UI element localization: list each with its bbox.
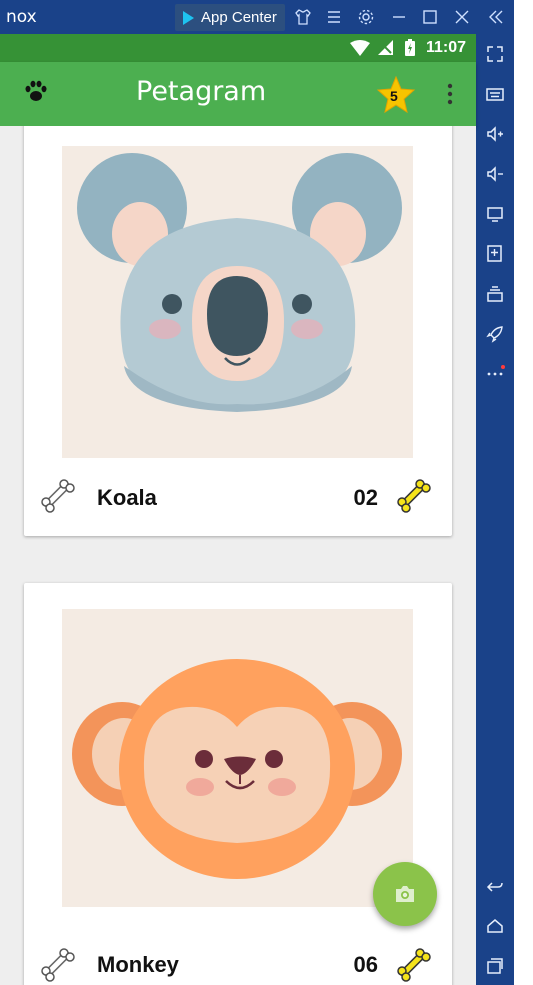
pet-list[interactable]: Koala 02 Monkey 06 — [0, 126, 476, 985]
camera-icon — [396, 886, 414, 902]
status-bar: 11:07 — [0, 34, 476, 62]
home-icon[interactable] — [485, 917, 505, 937]
emulator-toolbar — [476, 34, 514, 985]
play-store-icon — [183, 11, 194, 25]
fullscreen-icon[interactable] — [485, 44, 505, 64]
bone-icon[interactable] — [40, 947, 78, 985]
wifi-icon — [350, 40, 370, 56]
volume-down-icon[interactable] — [485, 164, 505, 184]
app-title: Petagram — [136, 76, 267, 107]
battery-icon — [405, 39, 415, 56]
pet-card[interactable]: Monkey 06 — [24, 583, 452, 985]
emulator-title-bar: nox App Center — [0, 0, 514, 34]
keyboard-icon[interactable] — [485, 84, 505, 104]
close-icon[interactable] — [453, 8, 471, 26]
like-count: 06 — [353, 952, 378, 977]
koala-illustration — [77, 153, 402, 412]
minimize-icon[interactable] — [390, 8, 408, 26]
pet-name: Monkey — [97, 952, 179, 977]
settings-gear-icon[interactable] — [357, 8, 375, 26]
clock: 11:07 — [425, 39, 466, 56]
rated-bone-icon[interactable] — [396, 947, 434, 985]
back-icon[interactable] — [485, 877, 505, 897]
rated-bone-icon[interactable] — [396, 478, 434, 516]
volume-up-icon[interactable] — [485, 124, 505, 144]
like-count: 02 — [353, 485, 378, 510]
apk-install-icon[interactable] — [485, 244, 505, 264]
star-count: 5 — [390, 88, 398, 104]
recents-icon[interactable] — [485, 956, 505, 976]
app-center-button[interactable]: App Center — [175, 4, 285, 31]
favorites-star-button[interactable]: 5 — [376, 76, 416, 114]
app-center-label: App Center — [201, 9, 277, 26]
bone-icon[interactable] — [40, 478, 78, 516]
pet-photo — [62, 609, 413, 907]
desktop-background — [514, 0, 533, 985]
monkey-illustration — [72, 659, 402, 879]
pet-name: Koala — [97, 485, 157, 510]
collapse-sidebar-icon[interactable] — [487, 8, 505, 26]
screen-icon[interactable] — [485, 204, 505, 224]
menu-icon[interactable] — [325, 8, 343, 26]
signal-icon — [378, 40, 393, 55]
paw-icon[interactable] — [24, 79, 48, 103]
shirt-icon[interactable] — [294, 8, 312, 26]
rocket-icon[interactable] — [485, 324, 505, 344]
app-bar: Petagram 5 — [0, 62, 476, 126]
overflow-menu-icon[interactable] — [443, 82, 457, 106]
nox-logo: nox — [6, 7, 37, 27]
more-icon[interactable] — [485, 362, 505, 382]
camera-fab[interactable] — [373, 862, 437, 926]
pet-photo — [62, 146, 413, 458]
multi-instance-icon[interactable] — [485, 284, 505, 304]
maximize-icon[interactable] — [421, 8, 439, 26]
pet-card[interactable]: Koala 02 — [24, 126, 452, 536]
